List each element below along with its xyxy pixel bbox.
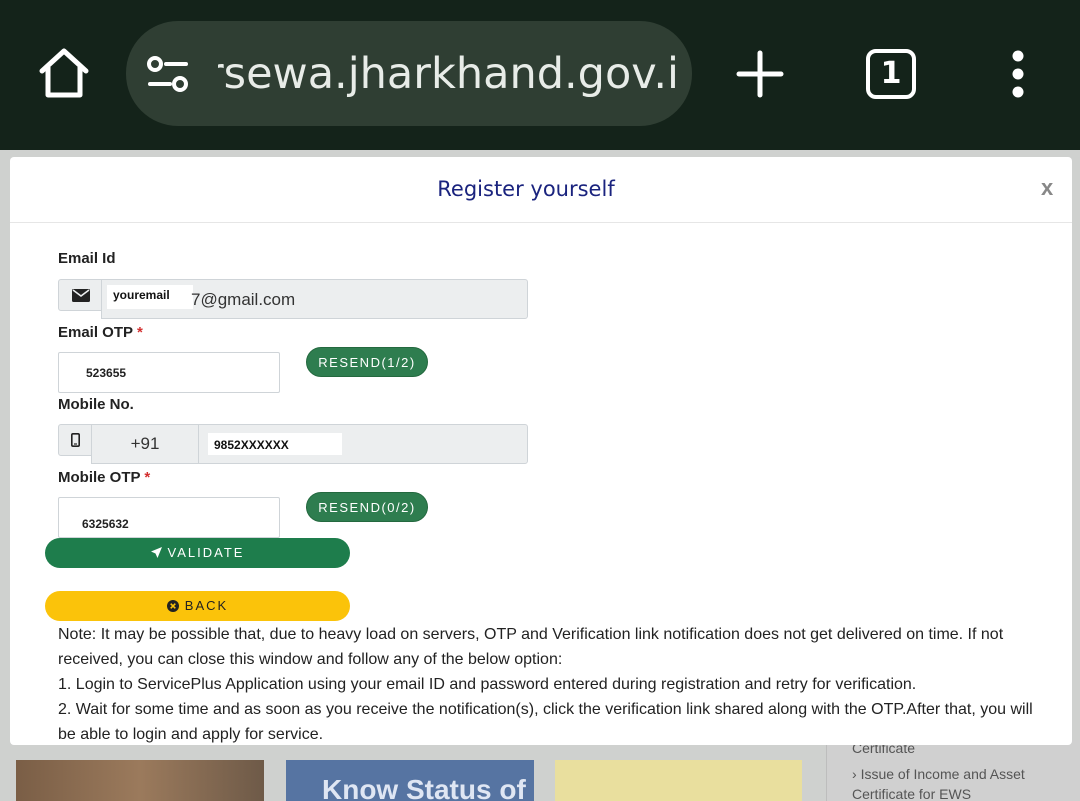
modal-title: Register yourself [437,177,615,201]
background-banner-card[interactable] [555,760,802,801]
close-circle-icon [166,600,179,612]
note-paragraph: Note: It may be possible that, due to he… [58,626,1004,668]
verification-note: Note: It may be possible that, due to he… [58,622,1033,745]
mobile-phone-icon [71,433,80,447]
mobile-number-field[interactable]: 9852XXXXXX [198,424,528,464]
mobile-addon [58,424,92,456]
close-button[interactable]: x [1041,175,1053,201]
modal-header: Register yourself x [10,157,1072,223]
sidebar-link-income-asset[interactable]: › Issue of Income and Asset [852,766,1025,782]
home-icon[interactable] [36,45,92,101]
note-option-2: 2. Wait for some time and as soon as you… [58,701,1033,743]
send-arrow-icon [150,547,162,558]
envelope-icon [72,289,90,302]
service-sidebar: Certificate › Issue of Income and Asset … [826,740,1080,801]
background-photo-card[interactable] [16,760,264,801]
mobile-resend-button[interactable]: RESEND(0/2) [306,492,428,522]
site-settings-icon[interactable] [146,55,190,93]
register-modal: Register yourself x Email Id youremail 7… [10,157,1072,745]
url-text[interactable]: rsewa.jharkhand.gov.in [218,49,678,99]
sidebar-link-ews[interactable]: Certificate for EWS [852,786,971,801]
plus-icon[interactable] [736,50,784,98]
mobile-number-value: 9852XXXXXX [208,433,342,455]
more-vert-icon[interactable] [1006,50,1030,98]
mobile-otp-input[interactable]: 6325632 [58,497,280,538]
know-status-card[interactable]: Know Status of [286,760,534,801]
browser-toolbar: rsewa.jharkhand.gov.in 1 [0,0,1080,150]
address-bar[interactable]: rsewa.jharkhand.gov.in [126,21,692,126]
email-field[interactable]: youremail 7@gmail.com [101,279,528,319]
back-button[interactable]: BACK [45,591,350,621]
email-addon [58,279,102,311]
validate-button[interactable]: VALIDATE [45,538,350,568]
email-resend-button[interactable]: RESEND(1/2) [306,347,428,377]
email-otp-input[interactable]: 523655 [58,352,280,393]
country-code-field[interactable]: +91 [91,424,199,464]
mobile-otp-label: Mobile OTP * [58,469,151,486]
email-otp-label: Email OTP * [58,324,143,341]
tab-switcher-icon[interactable]: 1 [866,49,916,99]
email-masked-part: youremail [107,285,193,309]
email-label: Email Id [58,250,116,267]
note-option-1: 1. Login to ServicePlus Application usin… [58,676,917,693]
email-suffix: 7@gmail.com [191,290,296,309]
mobile-label: Mobile No. [58,396,134,413]
